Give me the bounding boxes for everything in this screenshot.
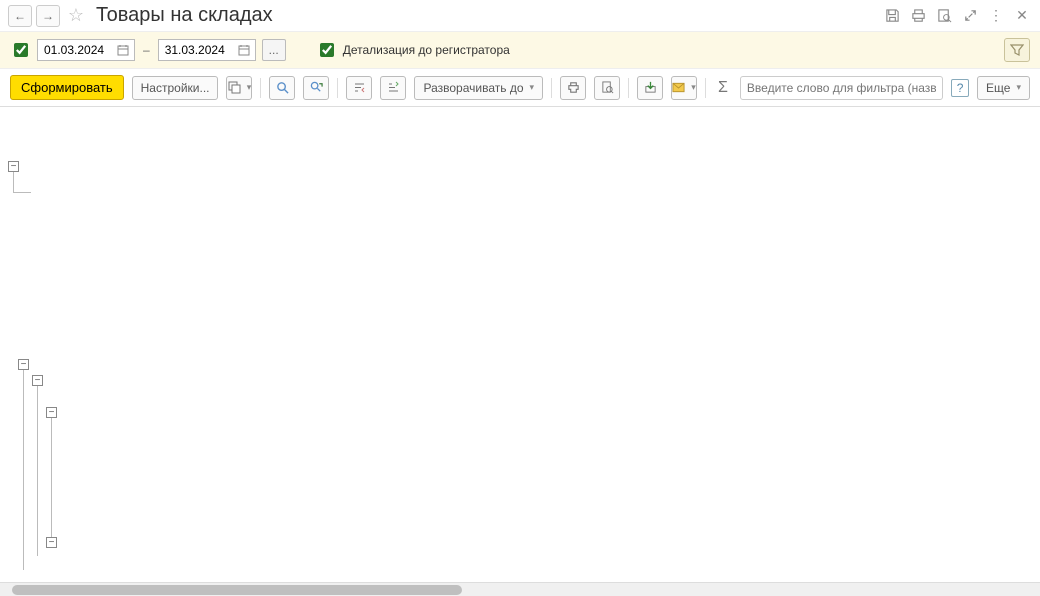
save-report-button[interactable]: [637, 76, 663, 100]
save-icon[interactable]: [882, 6, 902, 26]
date-from-field[interactable]: [37, 39, 135, 61]
send-email-button[interactable]: [671, 76, 697, 100]
run-report-button[interactable]: Сформировать: [10, 75, 124, 100]
separator: [551, 78, 552, 98]
find-button[interactable]: [269, 76, 295, 100]
period-enabled-checkbox[interactable]: [14, 43, 28, 57]
preview-icon[interactable]: [934, 6, 954, 26]
print-button[interactable]: [560, 76, 586, 100]
date-range-dash: –: [143, 43, 150, 57]
outline-toggle[interactable]: −: [46, 407, 57, 418]
filter-funnel-button[interactable]: [1004, 38, 1030, 62]
find-next-button[interactable]: [303, 76, 329, 100]
separator: [628, 78, 629, 98]
outline-toggle[interactable]: −: [46, 537, 57, 548]
separator: [337, 78, 338, 98]
expand-groups-button[interactable]: [380, 76, 406, 100]
date-to-input[interactable]: [163, 42, 233, 58]
expand-to-level-button[interactable]: Разворачивать до: [414, 76, 543, 100]
nav-forward-button[interactable]: →: [36, 5, 60, 27]
favorite-star-icon[interactable]: ☆: [66, 6, 86, 26]
print-preview-button[interactable]: [594, 76, 620, 100]
variants-button[interactable]: [226, 76, 252, 100]
outline-toggle[interactable]: −: [32, 375, 43, 386]
more-label: Еще: [986, 81, 1010, 95]
scrollbar-thumb[interactable]: [12, 585, 462, 595]
detail-checkbox[interactable]: [320, 43, 334, 57]
more-menu-icon[interactable]: ⋮: [986, 6, 1006, 26]
print-icon[interactable]: [908, 6, 928, 26]
calendar-icon[interactable]: [116, 43, 130, 57]
quick-filter-input[interactable]: [740, 76, 943, 100]
date-from-input[interactable]: [42, 42, 112, 58]
calendar-icon[interactable]: [237, 43, 251, 57]
horizontal-scrollbar[interactable]: [0, 582, 1040, 596]
sum-sigma-label[interactable]: Σ: [714, 79, 732, 97]
collapse-groups-button[interactable]: [346, 76, 372, 100]
separator: [260, 78, 261, 98]
outline-toggle[interactable]: −: [8, 161, 19, 172]
settings-button[interactable]: Настройки...: [132, 76, 219, 100]
link-icon[interactable]: [960, 6, 980, 26]
more-actions-button[interactable]: Еще: [977, 76, 1030, 100]
detail-label: Детализация до регистратора: [343, 43, 510, 57]
page-title: Товары на складах: [96, 4, 878, 27]
separator: [705, 78, 706, 98]
expand-to-label: Разворачивать до: [423, 81, 523, 95]
nav-back-button[interactable]: ←: [8, 5, 32, 27]
outline-toggle[interactable]: −: [18, 359, 29, 370]
help-button[interactable]: ?: [951, 79, 969, 97]
date-to-field[interactable]: [158, 39, 256, 61]
close-icon[interactable]: ✕: [1012, 6, 1032, 26]
period-picker-button[interactable]: ...: [262, 39, 286, 61]
